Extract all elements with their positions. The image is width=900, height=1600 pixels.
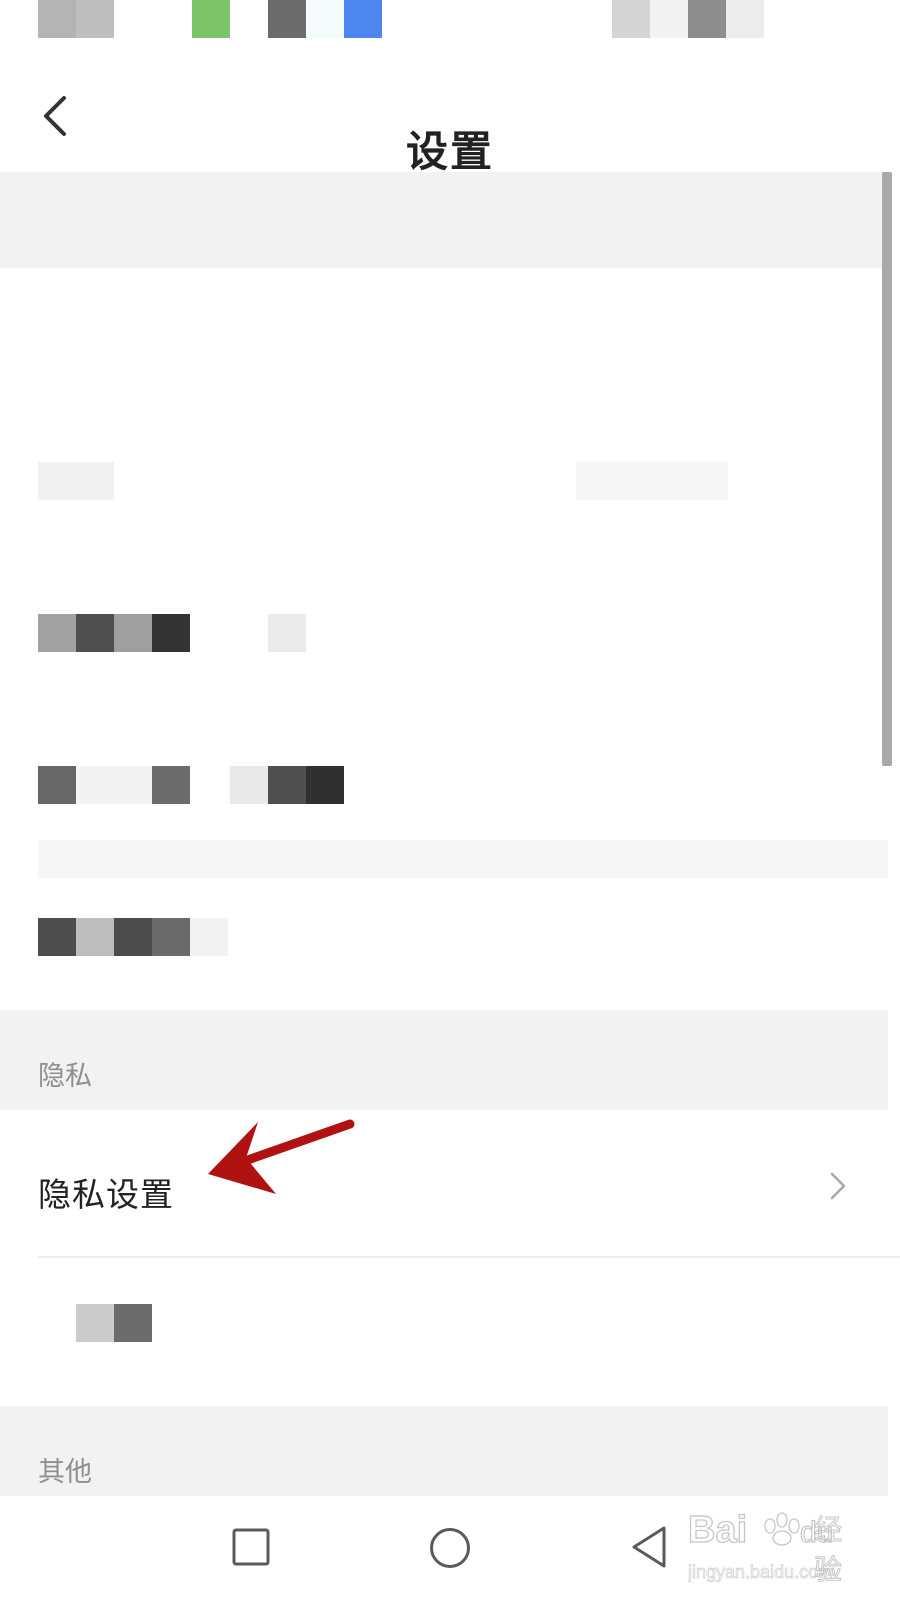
- section-header-other: 其他: [0, 1406, 888, 1496]
- blurred-pixel: [306, 766, 344, 804]
- status-pixel: [688, 0, 726, 38]
- status-pixel: [192, 0, 230, 38]
- watermark-brand-cn: 经验: [814, 1513, 843, 1587]
- watermark-url: jingyan.baidu.com: [688, 1562, 833, 1582]
- section-label: 隐私: [38, 1061, 92, 1092]
- blurred-pixel: [114, 614, 152, 652]
- status-pixel: [344, 0, 382, 38]
- blurred-pixel: [38, 918, 76, 956]
- blurred-pixel: [152, 614, 190, 652]
- status-pixel: [306, 0, 344, 38]
- blurred-pixel: [114, 1304, 152, 1342]
- blurred-pixel: [152, 766, 190, 804]
- status-pixel: [76, 0, 114, 38]
- header: 设置: [0, 48, 900, 176]
- blurred-pixel: [38, 614, 76, 652]
- section-header-privacy: 隐私: [0, 1010, 888, 1110]
- blurred-pixel: [76, 766, 152, 804]
- paw-icon: [764, 1512, 800, 1546]
- blurred-pixel: [152, 918, 190, 956]
- watermark-brand-latin: Bai: [688, 1509, 747, 1551]
- baidu-watermark: Bai du jingyan.baidu.com 经验: [687, 1500, 868, 1590]
- blurred-pixel: [230, 766, 268, 804]
- blurred-pixel: [190, 918, 228, 956]
- blurred-pixel: [76, 918, 114, 956]
- blurred-pixel: [38, 840, 888, 878]
- privacy-settings-item[interactable]: 隐私设置: [0, 1110, 888, 1258]
- privacy-settings-label: 隐私设置: [38, 1175, 174, 1214]
- blurred-pixel: [268, 614, 306, 652]
- blurred-pixel: [114, 918, 152, 956]
- status-pixel: [726, 0, 764, 38]
- status-pixel: [268, 0, 306, 38]
- obscured-list-item[interactable]: [0, 1258, 888, 1406]
- blurred-pixel: [76, 614, 114, 652]
- square-icon[interactable]: [230, 1526, 272, 1568]
- chevron-right-icon: [826, 1168, 850, 1204]
- scrollbar[interactable]: [882, 172, 892, 766]
- circle-icon[interactable]: [428, 1526, 472, 1570]
- obscured-settings-list: [0, 268, 888, 1010]
- blurred-pixel: [76, 1304, 114, 1342]
- blurred-pixel: [268, 766, 306, 804]
- section-label: 其他: [38, 1457, 92, 1488]
- blurred-pixel: [38, 766, 76, 804]
- triangle-back-icon[interactable]: [628, 1524, 672, 1570]
- page-title: 设置: [405, 127, 494, 176]
- red-arrow-icon: [200, 1110, 370, 1210]
- status-pixel: [38, 0, 76, 38]
- status-pixel: [650, 0, 688, 38]
- status-bar: [0, 0, 900, 48]
- blurred-pixel: [576, 462, 728, 500]
- status-pixel: [612, 0, 650, 38]
- section-divider: [0, 172, 888, 268]
- blurred-pixel: [38, 462, 114, 500]
